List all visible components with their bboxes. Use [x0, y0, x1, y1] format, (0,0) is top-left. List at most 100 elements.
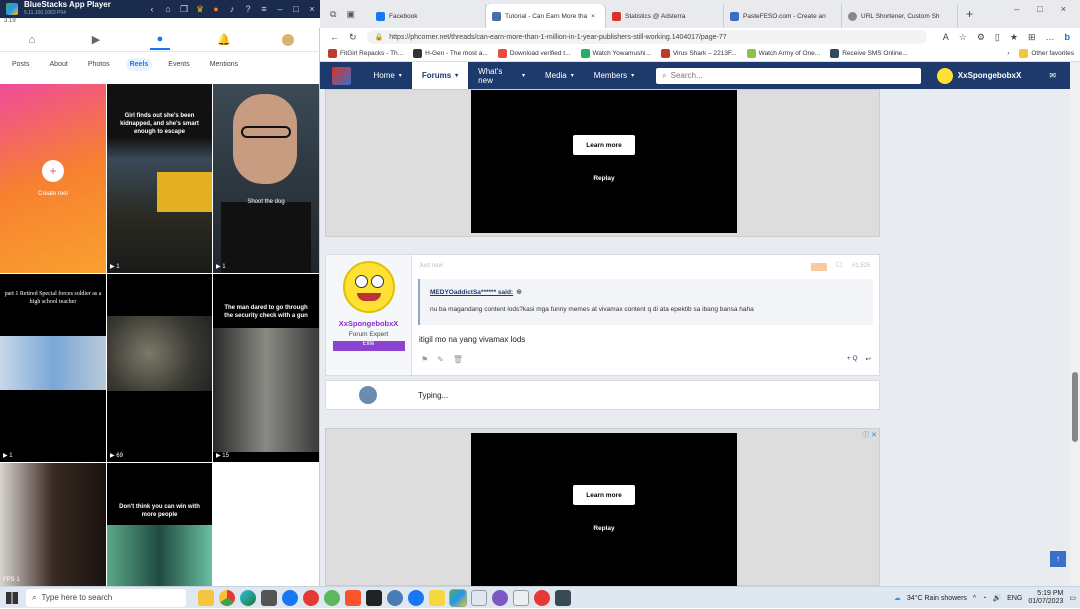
report-flag-icon[interactable]: ⚑: [421, 355, 428, 364]
start-icon[interactable]: [6, 592, 18, 604]
user-menu[interactable]: XxSpongebobxX: [936, 67, 1021, 84]
edit-icon[interactable]: ✎: [437, 355, 444, 364]
bookmark-item[interactable]: Receive SMS Online...: [830, 49, 908, 58]
close-icon[interactable]: ×: [304, 4, 320, 14]
reel-tile[interactable]: The man dared to go through the security…: [213, 274, 319, 462]
close-tab-icon[interactable]: ×: [591, 13, 595, 20]
fb-tab-photos[interactable]: Photos: [84, 58, 114, 71]
scrollbar-thumb[interactable]: [1072, 372, 1078, 442]
bookmark-icon[interactable]: ☐: [836, 261, 842, 269]
fb-bell-icon[interactable]: 🔔: [214, 30, 234, 50]
tab-adsterra[interactable]: Statistics @ Adsterra: [606, 4, 724, 28]
refresh-icon[interactable]: ↻: [349, 32, 357, 43]
tab-phcorner[interactable]: Tutorial - Can Earn More tha ×: [486, 4, 606, 28]
fb-home-icon[interactable]: ⌂: [22, 30, 42, 50]
workspaces-icon[interactable]: ⧉: [330, 9, 336, 20]
app-icon[interactable]: [366, 589, 382, 606]
fb-tab-posts[interactable]: Posts: [8, 58, 34, 71]
maximize-icon[interactable]: □: [288, 4, 304, 14]
nav-forums[interactable]: Forums ▾: [411, 62, 469, 89]
reel-tile[interactable]: Girl finds out she's been kidnapped, and…: [107, 84, 212, 273]
opera-icon[interactable]: [303, 589, 319, 606]
bookmark-item[interactable]: Watch Yowamushi...: [580, 49, 651, 58]
tab-url-shortener[interactable]: URL Shortener, Custom Sh: [842, 4, 958, 28]
collections-icon[interactable]: ⊞: [1028, 32, 1036, 43]
close-icon[interactable]: ×: [1061, 4, 1066, 14]
other-favorites[interactable]: Other favorites: [1019, 49, 1074, 58]
maximize-icon[interactable]: □: [1037, 4, 1042, 14]
weather-icon[interactable]: ☁: [894, 594, 901, 602]
bluestacks-icon[interactable]: [449, 588, 467, 607]
app-icon[interactable]: [261, 589, 277, 606]
extensions-icon[interactable]: ⚙: [977, 32, 985, 43]
split-screen-icon[interactable]: ▯: [995, 32, 1000, 43]
scrollbar[interactable]: [1070, 62, 1080, 586]
volume-icon[interactable]: 🔊: [992, 594, 1001, 602]
delete-icon[interactable]: 🗑: [453, 355, 463, 364]
bookmarks-overflow-icon[interactable]: ›: [1007, 50, 1009, 57]
scroll-top-button[interactable]: ↑: [1050, 551, 1066, 567]
multi-window-icon[interactable]: ❐: [176, 4, 192, 15]
minimize-icon[interactable]: –: [272, 4, 288, 14]
reel-tile[interactable]: FPS 1: [0, 463, 106, 586]
record-icon[interactable]: ●: [208, 4, 224, 14]
back-icon[interactable]: ←: [330, 32, 339, 42]
reel-tile[interactable]: Shoot the dog ▶ 1: [213, 84, 319, 273]
back-icon[interactable]: ‹: [144, 4, 160, 14]
post-time[interactable]: Just now: [419, 263, 443, 269]
tray-overflow-icon[interactable]: ^: [973, 595, 976, 602]
post-number[interactable]: #1,525: [852, 263, 870, 269]
app-icon[interactable]: [555, 589, 571, 606]
favorite-star-icon[interactable]: ☆: [959, 32, 967, 43]
clock[interactable]: 5:19 PM 01/07/2023: [1028, 590, 1063, 606]
bookmark-item[interactable]: FitGirl Repacks - Th...: [328, 49, 403, 58]
edge-icon[interactable]: [240, 589, 256, 606]
learn-more-button[interactable]: Learn more: [573, 135, 635, 155]
inbox-icon[interactable]: ✉: [1049, 71, 1056, 80]
fb-tab-about[interactable]: About: [46, 58, 72, 71]
yandex-icon[interactable]: [534, 589, 550, 606]
reel-tile[interactable]: part 1 Retired Special forces soldier as…: [0, 274, 106, 462]
notification-icon[interactable]: ♪: [224, 4, 240, 14]
bookmark-item[interactable]: H-Gen - The most a...: [413, 49, 488, 58]
reel-tile[interactable]: Don't think you can win with more people: [107, 463, 212, 586]
file-explorer-icon[interactable]: [198, 589, 214, 606]
app-icon[interactable]: [471, 589, 487, 606]
minimize-icon[interactable]: –: [1014, 4, 1019, 14]
replay-button[interactable]: Replay: [471, 175, 737, 182]
app-icon[interactable]: [387, 589, 403, 606]
taskbar-search[interactable]: ⌕ Type here to search: [26, 588, 186, 607]
fb-tab-mentions[interactable]: Mentions: [206, 58, 242, 71]
fb-tab-reels[interactable]: Reels: [125, 57, 153, 71]
facebook-icon[interactable]: [282, 589, 298, 606]
reel-tile[interactable]: ▶ 69: [107, 274, 212, 462]
chrome-icon[interactable]: [219, 589, 235, 606]
bookmark-item[interactable]: Virus Shark – 2213F...: [660, 49, 737, 58]
weather-text[interactable]: 34°C Rain showers: [907, 595, 967, 602]
nav-members[interactable]: Members ▾: [584, 62, 644, 89]
tab-pastefeso[interactable]: PasteFESO.com - Create an: [724, 4, 842, 28]
favorites-icon[interactable]: ★: [1010, 32, 1018, 43]
fb-profile-icon[interactable]: ●: [150, 30, 170, 50]
more-icon[interactable]: …: [1046, 32, 1055, 42]
reply-button[interactable]: ↩: [866, 355, 871, 363]
site-logo-icon[interactable]: [332, 66, 352, 85]
create-reel-tile[interactable]: + Create reel: [0, 84, 106, 273]
fb-tab-events[interactable]: Events: [164, 58, 193, 71]
home-icon[interactable]: ⌂: [160, 4, 176, 14]
adchoices-icon[interactable]: ⓘ ✕: [862, 430, 877, 440]
fb-avatar-icon[interactable]: [278, 30, 298, 50]
forum-search-input[interactable]: ⌕ Search...: [656, 67, 921, 84]
replay-button[interactable]: Replay: [471, 525, 737, 532]
app-icon[interactable]: [492, 589, 508, 606]
multiquote-button[interactable]: + Q: [847, 355, 858, 363]
quote-jump-icon[interactable]: ⊕: [516, 289, 522, 296]
bing-icon[interactable]: b: [1065, 32, 1071, 42]
read-aloud-icon[interactable]: A: [943, 32, 949, 42]
tab-facebook[interactable]: Facebook: [370, 4, 486, 28]
bookmark-item[interactable]: Download verified t...: [497, 49, 571, 58]
menu-icon[interactable]: ≡: [256, 4, 272, 14]
utorrent-icon[interactable]: [324, 589, 340, 606]
address-bar[interactable]: 🔒 https://phcorner.net/threads/can-earn-m…: [366, 30, 927, 44]
brave-icon[interactable]: [345, 589, 361, 606]
